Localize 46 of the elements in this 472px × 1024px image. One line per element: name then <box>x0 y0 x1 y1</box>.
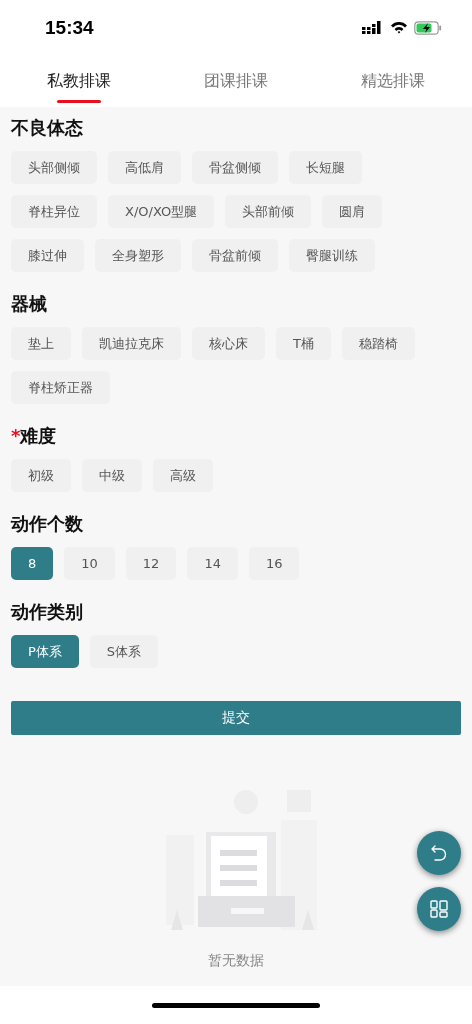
option-chip[interactable]: T桶 <box>276 327 331 360</box>
signal-icon <box>362 21 384 34</box>
option-chip[interactable]: 12 <box>125 547 177 580</box>
option-chip[interactable]: 稳踏椅 <box>341 327 415 360</box>
option-chip[interactable]: 10 <box>64 547 115 580</box>
empty-state-text: 暂无数据 <box>208 952 264 970</box>
option-chip[interactable]: 臀腿训练 <box>289 239 375 272</box>
option-chip[interactable]: 骨盆前倾 <box>192 239 278 272</box>
option-chip[interactable]: 初级 <box>11 459 71 492</box>
wifi-icon <box>390 21 408 34</box>
grid-icon <box>429 899 449 919</box>
tab[interactable]: 团课排课 <box>157 55 315 107</box>
undo-icon <box>429 843 449 863</box>
status-time: 15:34 <box>45 16 94 39</box>
section-title: 不良体态 <box>11 117 83 138</box>
option-chip[interactable]: 头部侧倾 <box>11 151 97 184</box>
section-title: 动作类别 <box>11 601 83 622</box>
tab[interactable]: 精选排课 <box>314 55 472 107</box>
option-chip[interactable]: 骨盆侧倾 <box>192 151 278 184</box>
option-chip[interactable]: 脊柱异位 <box>11 195 97 228</box>
submit-button[interactable]: 提交 <box>11 701 461 735</box>
section-title: 难度 <box>20 425 57 446</box>
option-chip[interactable]: 脊柱矫正器 <box>11 371 110 404</box>
option-chip[interactable]: 垫上 <box>11 327 71 360</box>
option-chip[interactable]: 高级 <box>153 459 213 492</box>
option-chip[interactable]: 中级 <box>82 459 142 492</box>
option-chip[interactable]: P体系 <box>11 635 79 668</box>
section-title: 器械 <box>11 293 47 314</box>
tab[interactable]: 私教排课 <box>0 55 158 107</box>
option-chip[interactable]: 长短腿 <box>289 151 362 184</box>
undo-button[interactable] <box>417 831 461 875</box>
section-title: 动作个数 <box>11 513 83 534</box>
option-chip[interactable]: 8 <box>11 547 54 580</box>
battery-icon <box>414 20 442 35</box>
grid-button[interactable] <box>417 887 461 931</box>
option-chip[interactable]: 全身塑形 <box>95 239 181 272</box>
option-chip[interactable]: 凯迪拉克床 <box>82 327 181 360</box>
option-chip[interactable]: 核心床 <box>192 327 265 360</box>
option-chip[interactable]: X/O/XO型腿 <box>108 195 215 228</box>
option-chip[interactable]: 高低肩 <box>108 151 181 184</box>
option-chip[interactable]: 16 <box>248 547 300 580</box>
option-chip[interactable]: 膝过伸 <box>11 239 84 272</box>
option-chip[interactable]: 圆肩 <box>322 195 383 228</box>
option-chip[interactable]: S体系 <box>89 635 159 668</box>
option-chip[interactable]: 头部前倾 <box>225 195 312 228</box>
option-chip[interactable]: 14 <box>187 547 238 580</box>
